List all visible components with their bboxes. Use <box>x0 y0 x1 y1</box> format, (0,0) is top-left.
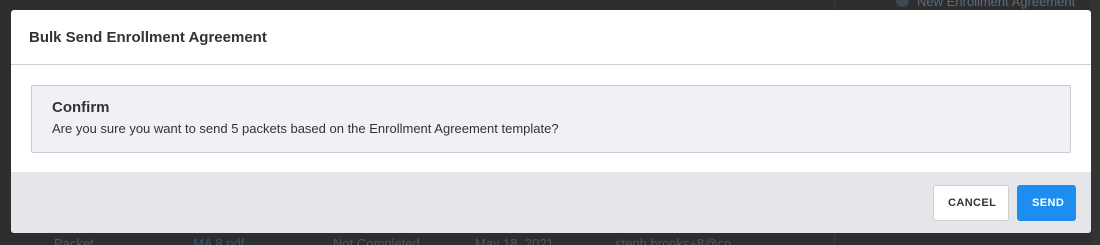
plus-circle-icon <box>896 0 909 7</box>
row-email: steph.brooks+8@co <box>615 236 732 245</box>
bulk-send-modal: Bulk Send Enrollment Agreement Confirm A… <box>11 10 1091 233</box>
confirm-box: Confirm Are you sure you want to send 5 … <box>31 85 1071 153</box>
new-enrollment-agreement-button: New Enrollment Agreement <box>896 0 1075 9</box>
modal-footer: CANCEL SEND <box>11 172 1091 233</box>
background-edge <box>1091 0 1100 245</box>
send-button[interactable]: SEND <box>1017 184 1076 221</box>
modal-header: Bulk Send Enrollment Agreement <box>11 10 1091 65</box>
new-enrollment-agreement-label: New Enrollment Agreement <box>917 0 1076 9</box>
confirm-heading: Confirm <box>52 99 110 116</box>
cancel-button[interactable]: CANCEL <box>933 184 1009 221</box>
row-date: May 18, 2021 <box>475 236 554 245</box>
modal-body: Confirm Are you sure you want to send 5 … <box>11 65 1091 172</box>
row-status: Not Completed <box>333 236 420 245</box>
confirm-message: Are you sure you want to send 5 packets … <box>52 121 559 136</box>
background-table-row: Packet MA 8.pdf Not Completed May 18, 20… <box>0 236 1100 245</box>
row-type: Packet <box>54 236 94 245</box>
row-file-link: MA 8.pdf <box>193 236 245 245</box>
modal-title: Bulk Send Enrollment Agreement <box>29 28 267 46</box>
